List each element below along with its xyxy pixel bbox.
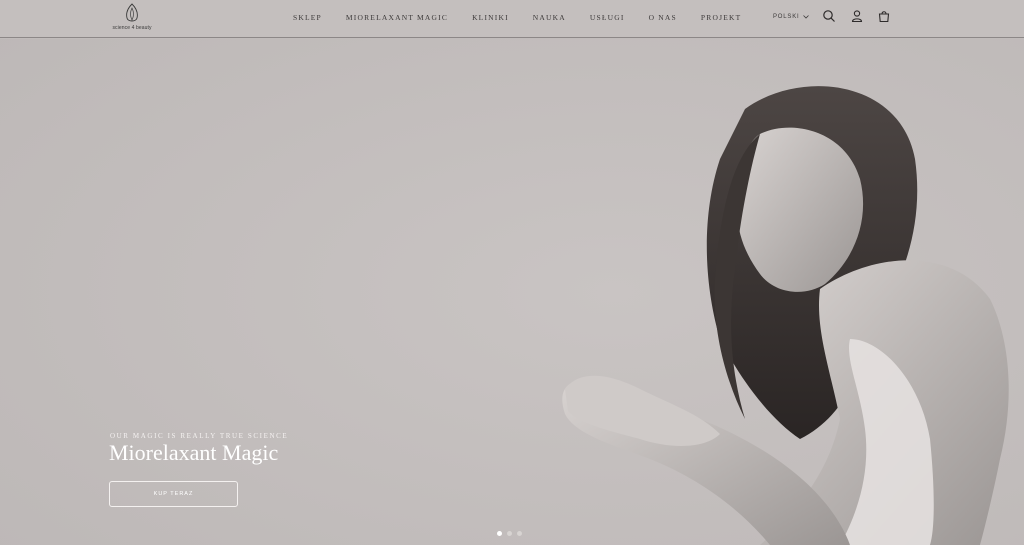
chevron-down-icon — [803, 15, 810, 19]
cart-icon[interactable] — [877, 9, 891, 23]
nav-item-nauka[interactable]: NAUKA — [533, 13, 566, 22]
slider-dot-1[interactable] — [497, 531, 502, 536]
nav-item-o-nas[interactable]: O NAS — [649, 13, 677, 22]
logo-text: science 4 beauty — [112, 25, 152, 31]
logo[interactable]: science 4 beauty — [110, 3, 154, 33]
language-label: POLSKI — [773, 14, 800, 20]
hero-model-photo — [0, 39, 1024, 545]
language-selector[interactable]: POLSKI — [773, 14, 810, 20]
logo-mark-icon — [126, 3, 138, 22]
nav-item-projekt[interactable]: PROJEKT — [701, 13, 742, 22]
hero-title: Miorelaxant Magic — [109, 440, 279, 465]
search-icon[interactable] — [822, 9, 836, 23]
nav-item-uslugi[interactable]: USŁUGI — [590, 13, 625, 22]
nav-item-sklep[interactable]: SKLEP — [293, 13, 322, 22]
account-icon[interactable] — [850, 9, 864, 23]
slider-dot-2[interactable] — [507, 531, 512, 536]
site-header: science 4 beauty SKLEP MIORELAXANT MAGIC… — [0, 0, 1024, 38]
buy-now-button[interactable]: KUP TERAZ — [109, 481, 238, 507]
hero-tagline: OUR MAGIC IS REALLY TRUE SCIENCE — [110, 432, 289, 440]
nav-item-miorelaxant-magic[interactable]: MIORELAXANT MAGIC — [346, 13, 448, 22]
nav-item-kliniki[interactable]: KLINIKI — [472, 13, 509, 22]
slider-pagination — [497, 531, 522, 536]
main-nav: SKLEP MIORELAXANT MAGIC KLINIKI NAUKA US… — [293, 13, 741, 22]
slider-dot-3[interactable] — [517, 531, 522, 536]
hero-banner: OUR MAGIC IS REALLY TRUE SCIENCE Miorela… — [0, 39, 1024, 545]
